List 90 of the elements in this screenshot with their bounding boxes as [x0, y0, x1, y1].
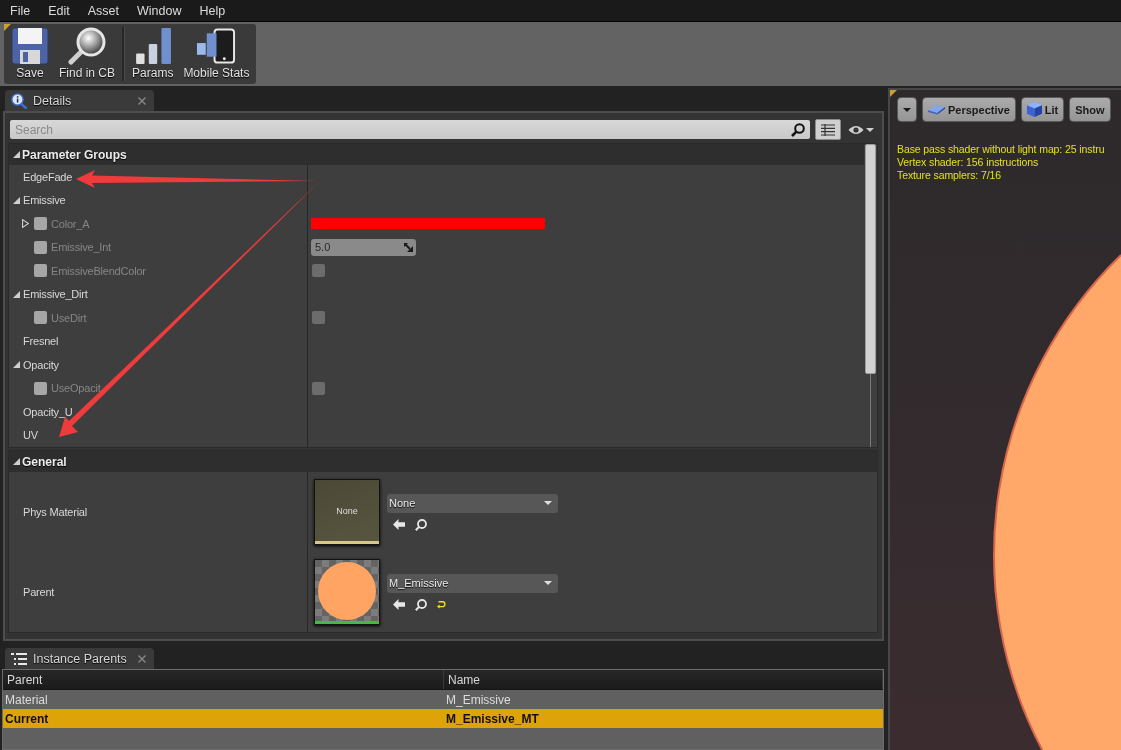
details-tab[interactable]: Details	[5, 90, 154, 111]
group-label: Opacity	[23, 358, 59, 371]
list-tree-icon	[11, 652, 27, 665]
search-icon[interactable]	[415, 598, 427, 611]
search-field[interactable]: Search	[10, 120, 810, 139]
undo-arrow-icon[interactable]	[437, 600, 446, 609]
value-checkbox[interactable]	[312, 381, 325, 395]
block-icon	[928, 104, 945, 115]
caret-icon	[866, 127, 874, 132]
asset-dropdown[interactable]: M_Emissive	[387, 573, 558, 593]
group-label: Emissive_Dirt	[23, 288, 88, 301]
column-header[interactable]: Parent	[3, 670, 444, 689]
menu-item[interactable]: Edit	[39, 0, 79, 21]
close-icon[interactable]	[138, 654, 146, 663]
table-row[interactable]: Current M_Emissive_MT	[3, 709, 883, 728]
search-icon[interactable]	[791, 122, 805, 137]
caret-right-icon[interactable]	[22, 219, 29, 229]
table-cell-text: M_Emissive	[445, 691, 512, 709]
arrow-left-icon[interactable]	[393, 519, 405, 530]
toolbar-button[interactable]: Save	[6, 24, 54, 84]
menu-item[interactable]: Help	[190, 0, 235, 21]
phone-chart-icon	[196, 27, 237, 65]
caret-down-icon[interactable]	[13, 196, 20, 204]
override-checkbox[interactable]	[34, 240, 47, 254]
number-field[interactable]: 5.0	[311, 238, 416, 256]
caret-icon	[544, 501, 552, 505]
eye-icon	[848, 124, 864, 135]
value-checkbox[interactable]	[312, 311, 325, 325]
group-label: Emissive	[23, 194, 66, 207]
section-header[interactable]: General	[9, 451, 877, 472]
thumbnail-label: None	[336, 505, 358, 516]
toolbar-button[interactable]: Find in CB	[54, 24, 121, 84]
viewport-button[interactable]: Perspective	[922, 97, 1016, 122]
property-matrix-button[interactable]	[815, 119, 841, 140]
viewport-button[interactable]: Show	[1069, 97, 1111, 122]
color-swatch[interactable]	[311, 218, 545, 230]
magnifier-icon	[68, 27, 106, 65]
parameter-label: UseOpacit	[51, 382, 101, 395]
shader-stat: Texture samplers: 7/16	[897, 169, 1001, 182]
search-icon[interactable]	[415, 518, 427, 531]
value-checkbox[interactable]	[312, 264, 325, 278]
sphere-icon	[318, 561, 376, 620]
asset-dropdown[interactable]: None	[387, 493, 558, 513]
group-label: EdgeFade	[23, 170, 73, 183]
parameter-label: EmissiveBlendColor	[51, 264, 146, 277]
property-label: Phys Material	[23, 506, 88, 518]
caret-down-icon[interactable]	[13, 458, 20, 465]
bar-chart-icon	[134, 27, 171, 65]
group-label: UV	[23, 429, 38, 442]
viewport-button[interactable]: Lit	[1020, 97, 1065, 122]
parameter-label: UseDirt	[51, 311, 87, 324]
menu-item[interactable]: Asset	[78, 0, 128, 21]
caret-icon	[544, 581, 552, 585]
override-checkbox[interactable]	[34, 264, 47, 278]
viewport-menu-button[interactable]	[897, 97, 917, 122]
caret-icon	[903, 107, 911, 112]
group-label: Opacity_U	[23, 405, 73, 418]
override-checkbox[interactable]	[34, 217, 47, 231]
menu-item[interactable]: Window	[127, 0, 191, 21]
group-label: Fresnel	[23, 335, 59, 348]
corner-marker-icon	[4, 24, 11, 31]
info-icon	[11, 92, 27, 109]
instance-parents-tab[interactable]: Instance Parents	[5, 648, 154, 669]
caret-down-icon[interactable]	[13, 151, 20, 158]
corner-marker-icon	[890, 90, 897, 97]
asset-thumbnail[interactable]: None	[314, 479, 380, 545]
expand-icon[interactable]	[404, 242, 413, 252]
caret-down-icon[interactable]	[13, 361, 20, 369]
parameter-label: Emissive_Int	[51, 241, 111, 254]
table-cell-text: Material	[4, 691, 49, 709]
toolbar-button[interactable]: Mobile Stats	[178, 24, 255, 84]
section-header[interactable]: Parameter Groups	[9, 144, 864, 165]
list-icon	[821, 123, 835, 136]
asset-thumbnail[interactable]	[314, 559, 380, 625]
cube-icon	[1026, 102, 1042, 117]
close-icon[interactable]	[138, 96, 146, 105]
caret-down-icon[interactable]	[13, 290, 20, 298]
column-header[interactable]: Name	[444, 670, 883, 689]
parameter-label: Color_A	[51, 217, 90, 230]
override-checkbox[interactable]	[34, 311, 47, 325]
table-cell-text: Current	[4, 710, 50, 728]
table-cell-text: M_Emissive_MT	[445, 710, 540, 728]
toolbar-button[interactable]: Params	[127, 24, 179, 84]
property-label: Parent	[23, 586, 55, 598]
shader-stat: Base pass shader without light map: 25 instru	[897, 143, 1105, 156]
scrollbar-thumb[interactable]	[864, 144, 876, 374]
override-checkbox[interactable]	[34, 381, 47, 395]
shader-stat: Vertex shader: 156 instructions	[897, 156, 1039, 169]
arrow-left-icon[interactable]	[393, 599, 405, 610]
menu-item[interactable]: File	[1, 0, 40, 21]
